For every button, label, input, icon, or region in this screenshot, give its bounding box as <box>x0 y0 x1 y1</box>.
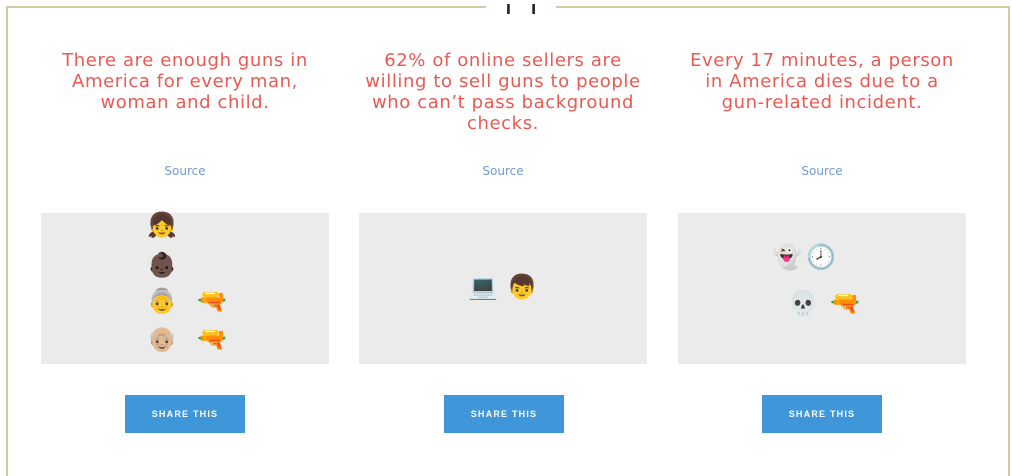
skull-icon: 💀 <box>788 289 818 317</box>
boy-face-icon: 👦 <box>507 273 537 301</box>
source-link[interactable]: Source <box>482 164 523 178</box>
stat-text: There are enough guns in America for eve… <box>62 50 308 113</box>
source-link[interactable]: Source <box>801 164 842 178</box>
old-woman-icon: 👵 <box>147 287 177 315</box>
ghost-icon: 👻 <box>772 243 802 271</box>
girl-face-icon: 👧 <box>147 211 177 239</box>
share-button[interactable]: SHARE THIS <box>444 395 564 433</box>
gun-icon: 🔫 <box>830 289 860 317</box>
emoji-panel-1: 👧 👶🏿 👵 🔫 👴🏼 🔫 <box>41 211 329 364</box>
stat-card-1: There are enough guns in America for eve… <box>41 50 329 179</box>
source-link[interactable]: Source <box>164 164 205 178</box>
top-tab-glyph: [ ] <box>486 4 556 14</box>
stat-text: 62% of online sellers are willing to sel… <box>365 50 641 134</box>
stat-card-2: 62% of online sellers are willing to sel… <box>359 50 647 179</box>
stat-text: Every 17 minutes, a person in America di… <box>690 50 954 113</box>
share-button[interactable]: SHARE THIS <box>125 395 245 433</box>
emoji-panel-2: 💻 👦 <box>359 213 647 364</box>
share-button[interactable]: SHARE THIS <box>762 395 882 433</box>
stat-card-3: Every 17 minutes, a person in America di… <box>678 50 966 179</box>
clock-icon: 🕗 <box>806 243 836 271</box>
computer-icon: 💻 <box>468 273 498 301</box>
emoji-panel-3: 👻 🕗 💀 🔫 <box>678 213 966 364</box>
baby-face-icon: 👶🏿 <box>147 251 177 279</box>
gun-icon: 🔫 <box>197 325 227 353</box>
old-man-icon: 👴🏼 <box>147 325 177 353</box>
gun-icon: 🔫 <box>197 287 227 315</box>
